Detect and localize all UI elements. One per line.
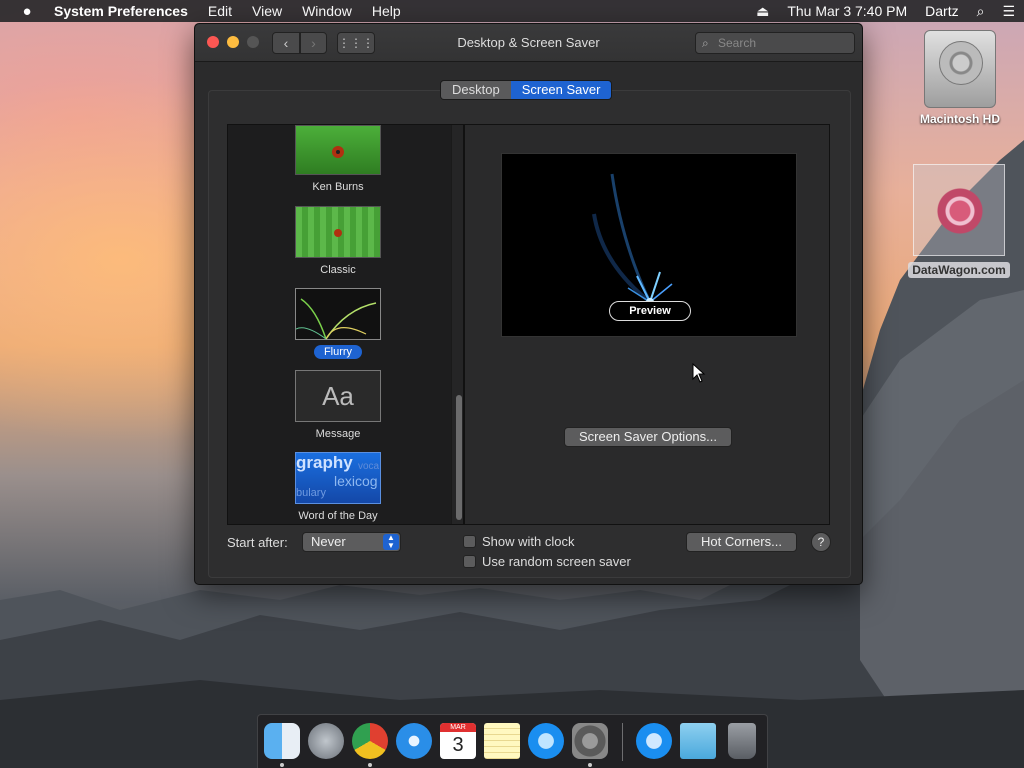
desktop-icon-label: DataWagon.com bbox=[908, 262, 1010, 278]
start-after-label: Start after: bbox=[227, 535, 288, 550]
datawagon-logo-icon bbox=[913, 164, 1005, 256]
menubar-clock[interactable]: Thu Mar 3 7:40 PM bbox=[778, 3, 916, 19]
random-saver-label: Use random screen saver bbox=[482, 554, 631, 569]
screen-saver-list[interactable]: Ken Burns Classic Flurry Aa Message grap… bbox=[227, 124, 464, 525]
menu-help[interactable]: Help bbox=[362, 0, 411, 22]
dock-separator bbox=[622, 723, 623, 761]
saver-item-flurry[interactable]: Flurry bbox=[228, 288, 448, 359]
word-thumb-text: voca bbox=[358, 461, 380, 472]
calendar-month: MAR bbox=[440, 723, 476, 732]
saver-label: Ken Burns bbox=[312, 181, 364, 193]
notification-center-icon[interactable]: ☰ bbox=[993, 3, 1024, 20]
calendar-icon[interactable]: MAR 3 bbox=[440, 723, 476, 759]
running-indicator bbox=[368, 763, 372, 767]
dock: MAR 3 bbox=[257, 714, 768, 768]
scrollbar-thumb[interactable] bbox=[456, 395, 462, 520]
app-store-download-icon[interactable] bbox=[636, 723, 672, 759]
preview-button[interactable]: Preview bbox=[609, 301, 691, 321]
tab-group: Desktop Screen Saver bbox=[440, 80, 613, 100]
ladybug-icon bbox=[332, 146, 344, 158]
screen-saver-options-button[interactable]: Screen Saver Options... bbox=[564, 427, 732, 447]
show-with-clock-row[interactable]: Show with clock bbox=[463, 534, 574, 549]
spotlight-icon[interactable]: ⌕ bbox=[968, 3, 994, 20]
calendar-day: 3 bbox=[452, 734, 464, 756]
apple-menu-icon[interactable]: ● bbox=[0, 3, 54, 20]
search-input[interactable]: ⌕ Search bbox=[695, 32, 855, 54]
trash-icon[interactable] bbox=[728, 723, 756, 759]
running-indicator bbox=[588, 763, 592, 767]
menu-edit[interactable]: Edit bbox=[198, 0, 242, 22]
help-button[interactable]: ? bbox=[811, 532, 831, 552]
safari-icon[interactable] bbox=[396, 723, 432, 759]
app-store-icon[interactable] bbox=[528, 723, 564, 759]
eject-icon[interactable]: ⏏ bbox=[747, 3, 778, 20]
hard-drive-icon bbox=[924, 30, 996, 108]
message-thumbnail: Aa bbox=[295, 370, 381, 422]
desktop-icon-label: Macintosh HD bbox=[919, 112, 1000, 126]
start-after-select[interactable]: Never ▲ ▼ bbox=[302, 532, 401, 552]
show-with-clock-checkbox[interactable] bbox=[463, 535, 476, 548]
start-after-value: Never bbox=[311, 534, 346, 549]
running-indicator bbox=[280, 763, 284, 767]
ladybug-icon bbox=[334, 229, 342, 237]
preview-screen: Preview bbox=[501, 153, 797, 337]
search-placeholder: Search bbox=[718, 36, 757, 50]
saver-label: Message bbox=[315, 428, 361, 440]
word-thumb-text: graphy bbox=[296, 453, 353, 472]
saver-item-word-of-the-day[interactable]: graphy lexicog bulary voca Word of the D… bbox=[228, 452, 448, 523]
search-icon: ⌕ bbox=[702, 36, 709, 50]
list-scrollbar[interactable] bbox=[451, 125, 463, 524]
tab-desktop[interactable]: Desktop bbox=[441, 81, 511, 99]
notes-icon[interactable] bbox=[484, 723, 520, 759]
saver-label: Flurry bbox=[313, 345, 363, 359]
desktop-icon-datawagon[interactable]: DataWagon.com bbox=[902, 164, 1016, 278]
menu-app-name[interactable]: System Preferences bbox=[54, 0, 198, 22]
classic-thumbnail bbox=[295, 206, 381, 258]
desktop-icon-macintosh-hd[interactable]: Macintosh HD bbox=[910, 30, 1010, 126]
flurry-thumbnail bbox=[295, 288, 381, 340]
word-thumb-text: lexicog bbox=[334, 473, 378, 489]
chrome-icon[interactable] bbox=[352, 723, 388, 759]
saver-label: Classic bbox=[320, 264, 356, 276]
system-preferences-icon[interactable] bbox=[572, 723, 608, 759]
preferences-window: ‹ › ⋮⋮⋮ Desktop & Screen Saver ⌕ Search … bbox=[194, 23, 863, 585]
word-thumb-text: bulary bbox=[296, 487, 326, 499]
menu-bar: ● System Preferences Edit View Window He… bbox=[0, 0, 1024, 22]
word-of-the-day-thumbnail: graphy lexicog bulary voca bbox=[295, 452, 381, 504]
saver-item-message[interactable]: Aa Message bbox=[228, 370, 448, 441]
hot-corners-button[interactable]: Hot Corners... bbox=[686, 532, 797, 552]
preview-panel: Preview Screen Saver Options... bbox=[464, 124, 830, 525]
show-with-clock-label: Show with clock bbox=[482, 534, 575, 549]
tab-screen-saver[interactable]: Screen Saver bbox=[510, 81, 612, 99]
menu-view[interactable]: View bbox=[242, 0, 292, 22]
menubar-user[interactable]: Dartz bbox=[916, 3, 967, 19]
flurry-streaks-icon bbox=[295, 298, 377, 340]
saver-item-classic[interactable]: Classic bbox=[228, 206, 448, 277]
downloads-folder-icon[interactable] bbox=[680, 723, 716, 759]
menu-window[interactable]: Window bbox=[292, 0, 362, 22]
saver-item-ken-burns[interactable]: Ken Burns bbox=[228, 125, 448, 194]
mouse-cursor-icon bbox=[692, 363, 706, 383]
launchpad-icon[interactable] bbox=[308, 723, 344, 759]
ken-burns-thumbnail bbox=[295, 125, 381, 175]
saver-label: Word of the Day bbox=[298, 510, 378, 522]
updown-arrows-icon: ▲ ▼ bbox=[383, 534, 399, 550]
finder-icon[interactable] bbox=[264, 723, 300, 759]
random-saver-checkbox[interactable] bbox=[463, 555, 476, 568]
title-bar: ‹ › ⋮⋮⋮ Desktop & Screen Saver ⌕ Search bbox=[195, 24, 862, 62]
random-saver-row[interactable]: Use random screen saver bbox=[463, 554, 631, 569]
